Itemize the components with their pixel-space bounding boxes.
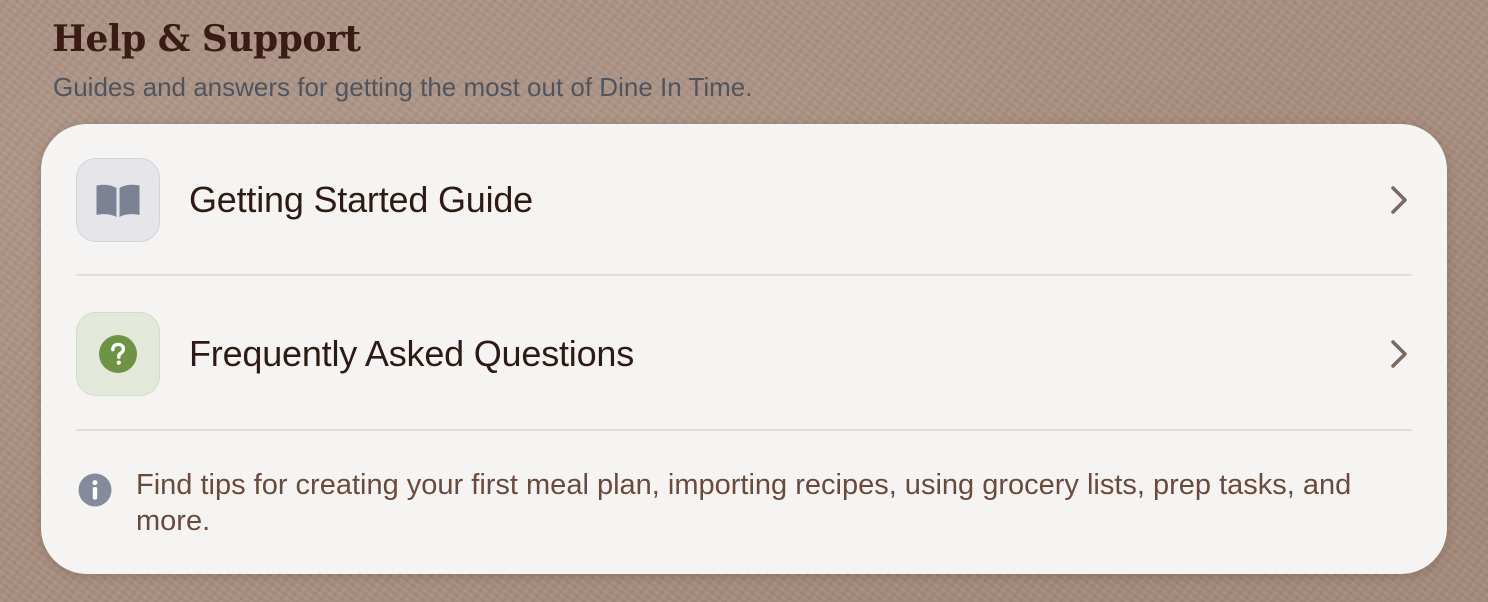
help-card: Getting Started Guide Frequently Asked Q… bbox=[41, 124, 1447, 574]
chevron-right-icon bbox=[1387, 183, 1411, 217]
faq-label: Frequently Asked Questions bbox=[189, 333, 635, 374]
divider bbox=[76, 274, 1412, 276]
book-icon-tile bbox=[76, 158, 160, 242]
page-subtitle: Guides and answers for getting the most … bbox=[53, 72, 753, 102]
info-note: Find tips for creating your first meal p… bbox=[78, 467, 1387, 539]
page-title: Help & Support bbox=[52, 18, 361, 60]
info-circle-icon bbox=[78, 473, 112, 507]
question-circle-icon bbox=[99, 335, 137, 373]
getting-started-guide-label: Getting Started Guide bbox=[189, 179, 534, 220]
chevron-right-icon bbox=[1387, 337, 1411, 371]
divider bbox=[76, 429, 1412, 431]
faq-row[interactable]: Frequently Asked Questions bbox=[76, 311, 1412, 397]
getting-started-guide-row[interactable]: Getting Started Guide bbox=[76, 157, 1412, 243]
book-icon bbox=[96, 184, 140, 217]
faq-icon-tile bbox=[76, 312, 160, 396]
info-text: Find tips for creating your first meal p… bbox=[136, 469, 1352, 537]
